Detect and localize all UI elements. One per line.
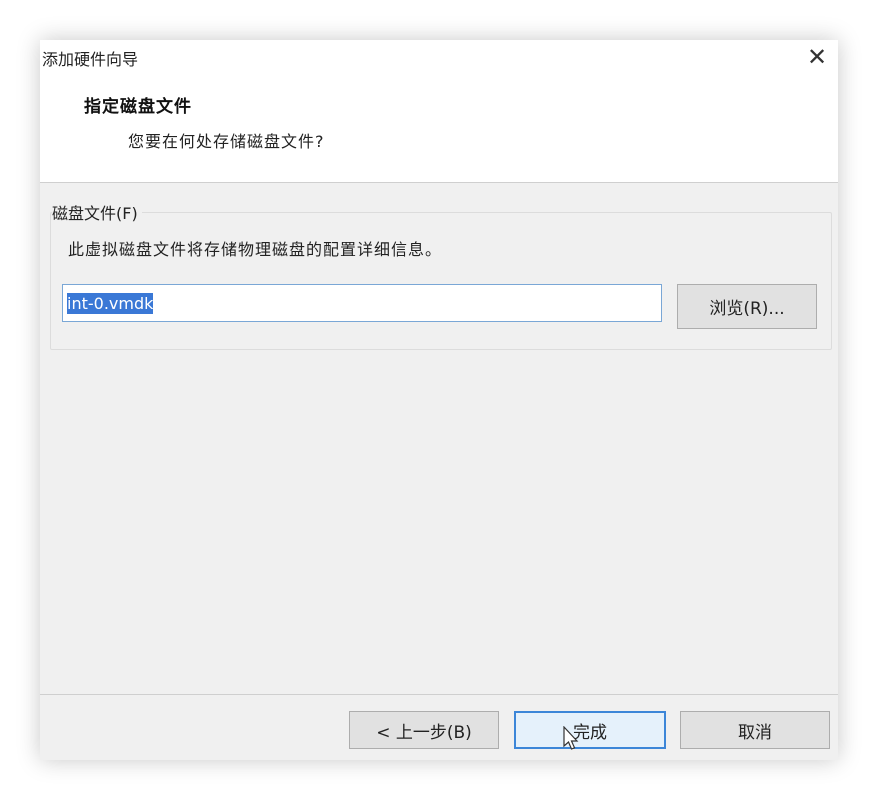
wizard-header: 添加硬件向导 ✕ 指定磁盘文件 您要在何处存储磁盘文件? xyxy=(40,40,838,183)
page-title: 指定磁盘文件 xyxy=(84,97,192,117)
mouse-cursor-icon xyxy=(563,726,579,750)
browse-button[interactable]: 浏览(R)... xyxy=(677,284,817,329)
disk-file-description: 此虚拟磁盘文件将存储物理磁盘的配置详细信息。 xyxy=(68,240,443,259)
disk-file-input[interactable]: int-0.vmdk xyxy=(62,284,662,322)
window-title: 添加硬件向导 xyxy=(42,50,139,69)
back-button[interactable]: < 上一步(B) xyxy=(349,711,499,749)
disk-file-input-value: int-0.vmdk xyxy=(67,292,154,314)
add-hardware-wizard-dialog: 添加硬件向导 ✕ 指定磁盘文件 您要在何处存储磁盘文件? 磁盘文件(F) 此虚拟… xyxy=(40,40,838,760)
disk-file-group xyxy=(50,212,832,350)
finish-button[interactable]: 完成 xyxy=(514,711,666,749)
footer-divider xyxy=(40,694,838,695)
page-subtitle: 您要在何处存储磁盘文件? xyxy=(128,132,325,151)
close-icon: ✕ xyxy=(806,43,828,71)
cancel-button[interactable]: 取消 xyxy=(680,711,830,749)
close-button[interactable]: ✕ xyxy=(802,42,832,72)
disk-file-group-label: 磁盘文件(F) xyxy=(52,200,142,224)
